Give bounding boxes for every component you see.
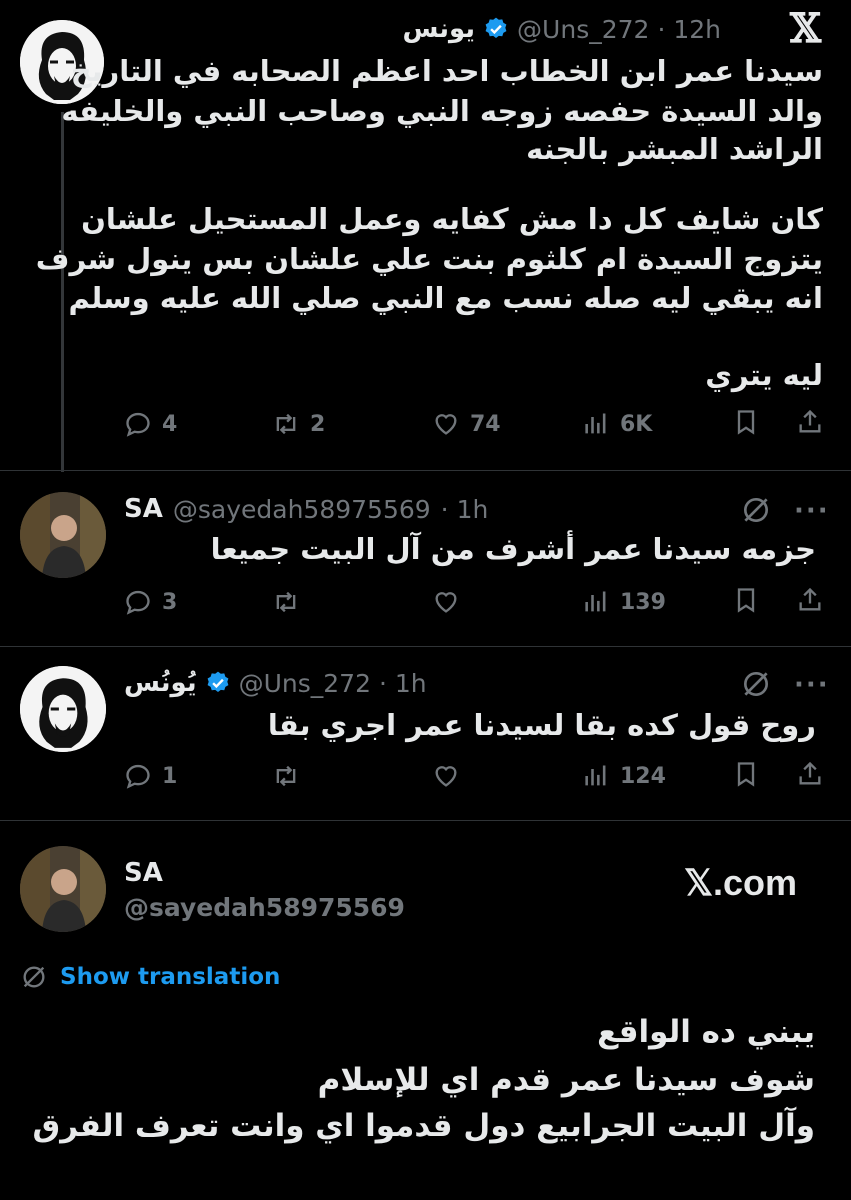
reply-icon — [126, 764, 150, 789]
like-button[interactable] — [432, 762, 582, 790]
reply-icon — [126, 590, 150, 615]
show-translation-label[interactable]: Show translation — [60, 964, 280, 990]
like-button[interactable] — [432, 588, 582, 616]
reply-button[interactable]: 1 — [124, 762, 272, 790]
thread-line — [61, 112, 64, 472]
repost-count: 2 — [310, 411, 326, 437]
post1-line-3: الراشد المبشر بالجنه — [526, 132, 823, 166]
translate-globe-icon[interactable] — [740, 494, 772, 530]
views-count: 124 — [620, 763, 666, 789]
post2-name[interactable]: SA — [124, 494, 163, 524]
views-count: 139 — [620, 589, 666, 615]
share-icon — [799, 409, 821, 433]
post1-header: يونس @Uns_272 · 12h — [402, 12, 721, 46]
views-button[interactable]: 139 — [582, 588, 732, 616]
share-button[interactable] — [796, 586, 824, 618]
post3-header: يُونُس @Uns_272 · 1h — [124, 666, 427, 700]
avatar[interactable] — [20, 666, 106, 752]
x-logo[interactable]: 𝕏 — [790, 6, 821, 52]
views-count: 6K — [620, 411, 653, 437]
post1-line-1: سيدنا عمر ابن الخطاب احد اعظم الصحابه في… — [70, 54, 823, 88]
divider — [0, 820, 851, 821]
post1-line-6: انه يبقي ليه صله نسب مع النبي صلي الله ع… — [68, 281, 823, 315]
like-button[interactable]: 74 — [432, 410, 582, 438]
reply-button[interactable]: 3 — [124, 588, 272, 616]
post2-actions: 3 139 — [124, 582, 830, 622]
like-count: 74 — [470, 411, 501, 437]
post1-handle[interactable]: @Uns_272 — [517, 15, 649, 44]
verified-badge-icon — [485, 17, 507, 38]
verified-badge-icon — [207, 671, 228, 692]
repost-button[interactable] — [272, 588, 432, 616]
post2-text: جزمه سيدنا عمر أشرف من آل البيت جميعا — [210, 532, 816, 566]
views-chart-icon — [585, 765, 606, 786]
post2-time[interactable]: · 1h — [441, 495, 489, 524]
divider — [0, 470, 851, 471]
avatar-photo-icon — [20, 846, 106, 932]
reply-icon — [126, 412, 150, 437]
bookmark-button[interactable] — [732, 586, 796, 618]
views-chart-icon — [585, 413, 606, 434]
repost-button[interactable] — [272, 762, 432, 790]
post3-time[interactable]: · 1h — [379, 669, 427, 698]
heart-icon — [435, 592, 457, 613]
card-name[interactable]: SA — [124, 858, 163, 888]
post3-text: روح قول كده بقا لسيدنا عمر اجري بقا — [267, 708, 816, 742]
site-label[interactable]: 𝕏.com — [684, 862, 797, 904]
post1-name[interactable]: يونس — [402, 14, 475, 44]
bookmark-icon — [737, 410, 755, 435]
bookmark-icon — [737, 762, 755, 787]
post1-time[interactable]: · 12h — [657, 15, 721, 44]
post1-line-5: يتزوج السيدة ام كلثوم بنت علي علشان بس ي… — [35, 242, 823, 276]
heart-icon — [435, 414, 457, 435]
bookmark-button[interactable] — [732, 408, 796, 440]
share-icon — [799, 587, 821, 611]
reply-count: 3 — [162, 589, 178, 615]
share-button[interactable] — [796, 760, 824, 792]
avatar[interactable] — [20, 846, 106, 932]
divider — [0, 646, 851, 647]
card-line-1: يبني ده الواقع — [597, 1014, 815, 1050]
more-options-icon[interactable]: ··· — [794, 496, 830, 526]
repost-button[interactable]: 2 — [272, 410, 432, 438]
reply-button[interactable]: 4 — [124, 410, 272, 438]
views-button[interactable]: 124 — [582, 762, 732, 790]
repost-icon — [276, 591, 296, 613]
avatar-photo-icon — [20, 492, 106, 578]
post1-line-2: والد السيدة حفصه زوجه النبي وصاحب النبي … — [61, 94, 823, 128]
translate-globe-icon — [23, 966, 45, 988]
post1-line-4: كان شايف كل دا مش كفايه وعمل المستحيل عل… — [81, 202, 823, 236]
views-button[interactable]: 6K — [582, 410, 732, 438]
post3-name[interactable]: يُونُس — [124, 668, 197, 698]
bookmark-icon — [737, 588, 755, 613]
reply-count: 1 — [162, 763, 178, 789]
share-button[interactable] — [796, 408, 824, 440]
post3-actions: 1 124 — [124, 756, 830, 796]
card-handle[interactable]: @sayedah58975569 — [124, 893, 405, 922]
reply-count: 4 — [162, 411, 178, 437]
translate-globe-icon[interactable] — [740, 668, 772, 704]
bookmark-button[interactable] — [732, 760, 796, 792]
heart-icon — [435, 766, 457, 787]
avatar-portrait-icon — [20, 666, 106, 752]
more-options-icon[interactable]: ··· — [794, 670, 830, 700]
post1-line-7: ليه يتري — [705, 358, 823, 392]
views-chart-icon — [585, 591, 606, 612]
avatar[interactable] — [20, 492, 106, 578]
card-line-3: وآل البيت الجرابيع دول قدموا اي وانت تعر… — [32, 1108, 815, 1144]
show-translation-link[interactable]: Show translation — [20, 963, 280, 991]
post2-header: SA @sayedah58975569 · 1h — [124, 492, 488, 526]
card-line-2: شوف سيدنا عمر قدم اي للإسلام — [317, 1062, 815, 1098]
post2-handle[interactable]: @sayedah58975569 — [173, 495, 431, 524]
post3-handle[interactable]: @Uns_272 — [239, 669, 371, 698]
post1-actions: 4 2 74 6K — [124, 404, 830, 444]
repost-icon — [276, 413, 296, 435]
share-icon — [799, 761, 821, 785]
repost-icon — [276, 765, 296, 787]
